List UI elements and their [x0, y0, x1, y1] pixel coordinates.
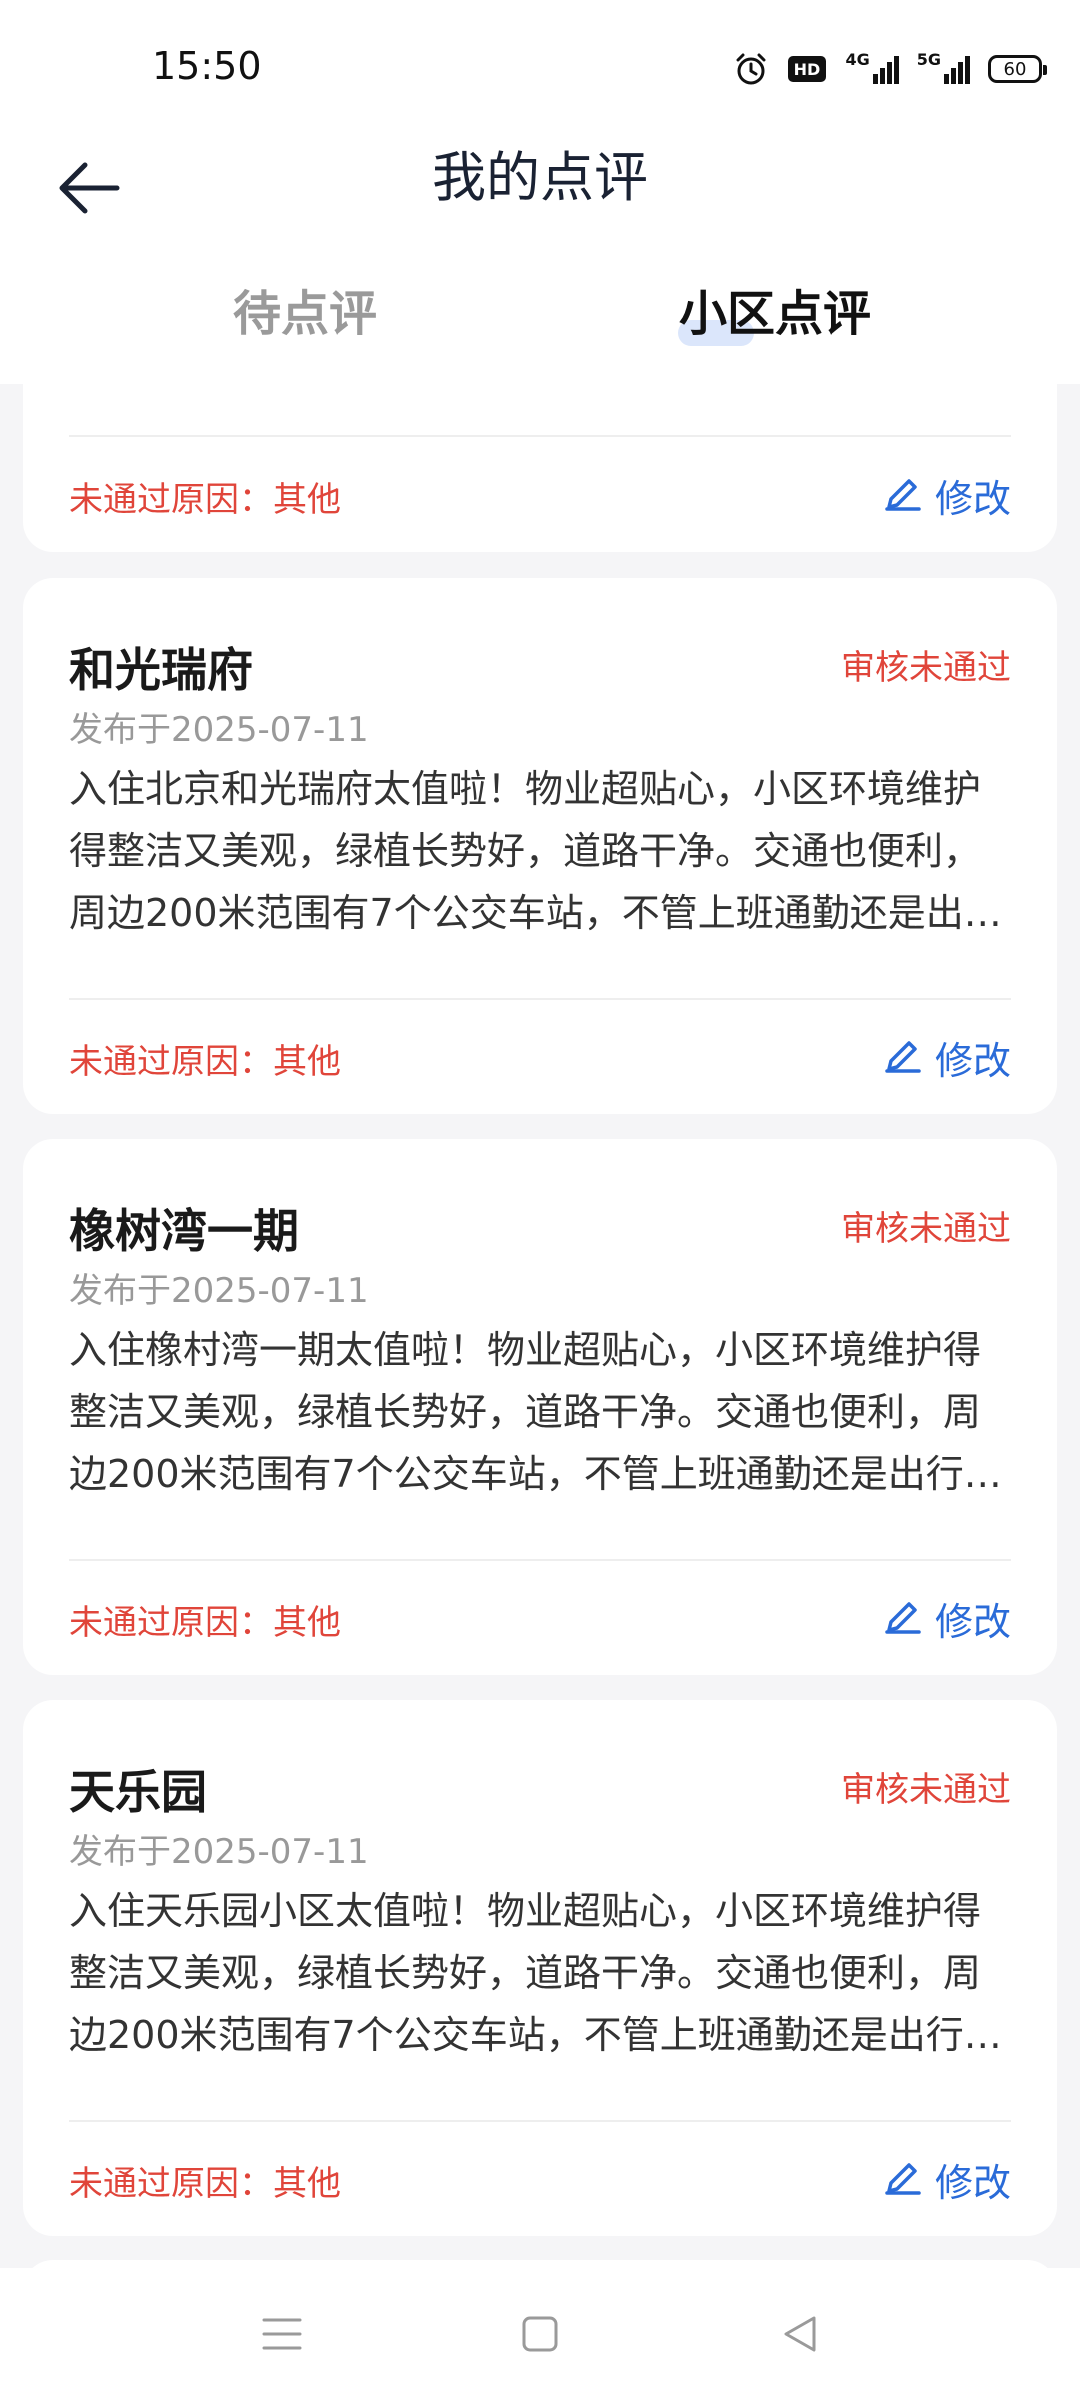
card-divider [69, 998, 1011, 1000]
top-bar: 15:50 HD 4G 5G 60 我的点评 待点评 小区点评 [0, 0, 1080, 384]
edit-button[interactable]: 修改 [883, 2152, 1011, 2207]
reject-reason: 未通过原因：其他 [69, 1603, 341, 1643]
hd-icon: HD [787, 53, 827, 85]
signal-4g-icon: 4G [845, 50, 899, 84]
alarm-icon [733, 51, 769, 87]
page-title: 我的点评 [432, 146, 648, 209]
nav-header: 我的点评 [0, 130, 1080, 250]
review-text: 入住北京和光瑞府太值啦！物业超贴心，小区环境维护得整洁又美观，绿植长势好，道路干… [69, 767, 1002, 935]
community-name: 和光瑞府 [69, 643, 253, 697]
square-icon[interactable] [508, 2302, 572, 2366]
signal-5g-icon: 5G [917, 50, 970, 84]
status-badge: 审核未通过 [841, 1770, 1011, 1810]
edit-label: 修改 [934, 1039, 1011, 1083]
menu-icon[interactable] [250, 2302, 314, 2366]
triangle-back-icon[interactable] [768, 2302, 832, 2366]
publish-date: 发布于2025-07-11 [69, 1271, 369, 1311]
edit-label: 修改 [934, 1600, 1011, 1644]
review-card: 橡树湾一期 审核未通过 发布于2025-07-11 入住橡村湾一期太值啦！物业超… [23, 1139, 1057, 1675]
tab-pending-review[interactable]: 待点评 [105, 262, 505, 366]
publish-date: 发布于2025-07-11 [69, 710, 369, 750]
network-5g-label: 5G [916, 49, 941, 69]
edit-label: 修改 [934, 2161, 1011, 2205]
edit-button[interactable]: 修改 [883, 1030, 1011, 1085]
card-header: 和光瑞府 审核未通过 [69, 634, 1011, 697]
status-badge: 审核未通过 [841, 648, 1011, 688]
card-divider [69, 2120, 1011, 2122]
back-button[interactable] [44, 145, 134, 235]
card-divider [69, 1559, 1011, 1561]
edit-button[interactable]: 修改 [883, 468, 1011, 523]
card-divider [69, 435, 1011, 437]
pencil-icon [883, 471, 923, 520]
edit-button[interactable]: 修改 [883, 1591, 1011, 1646]
reject-reason: 未通过原因：其他 [69, 2164, 341, 2204]
review-card: 天乐园 审核未通过 发布于2025-07-11 入住天乐园小区太值啦！物业超贴心… [23, 1700, 1057, 2236]
tab-community-review[interactable]: 小区点评 [575, 262, 975, 366]
status-badge: 审核未通过 [841, 1209, 1011, 1249]
status-time: 15:50 [152, 44, 262, 88]
system-nav-bar [0, 2268, 1080, 2400]
svg-text:HD: HD [794, 60, 821, 79]
battery-level: 60 [1003, 58, 1027, 80]
edit-label: 修改 [934, 477, 1011, 521]
reject-reason: 未通过原因：其他 [69, 480, 341, 520]
pencil-icon [883, 2155, 923, 2204]
status-icons: HD 4G 5G 60 [733, 48, 1047, 90]
battery-icon: 60 [988, 55, 1047, 83]
network-4g-label: 4G [845, 49, 870, 69]
card-header: 天乐园 审核未通过 [69, 1756, 1011, 1819]
pencil-icon [883, 1594, 923, 1643]
card-header: 橡树湾一期 审核未通过 [69, 1195, 1011, 1258]
arrow-left-icon [57, 161, 121, 219]
status-bar: 15:50 HD 4G 5G 60 [0, 0, 1080, 130]
review-card: 和光瑞府 审核未通过 发布于2025-07-11 入住北京和光瑞府太值啦！物业超… [23, 578, 1057, 1114]
publish-date: 发布于2025-07-11 [69, 1832, 369, 1872]
review-text: 入住天乐园小区太值啦！物业超贴心，小区环境维护得整洁又美观，绿植长势好，道路干净… [69, 1889, 1002, 2057]
tab-bar: 待点评 小区点评 [0, 262, 1080, 366]
community-name: 天乐园 [69, 1765, 207, 1819]
review-text: 入住橡村湾一期太值啦！物业超贴心，小区环境维护得整洁又美观，绿植长势好，道路干净… [69, 1328, 1002, 1496]
reject-reason: 未通过原因：其他 [69, 1042, 341, 1082]
pencil-icon [883, 1033, 923, 1082]
community-name: 橡树湾一期 [69, 1204, 299, 1258]
